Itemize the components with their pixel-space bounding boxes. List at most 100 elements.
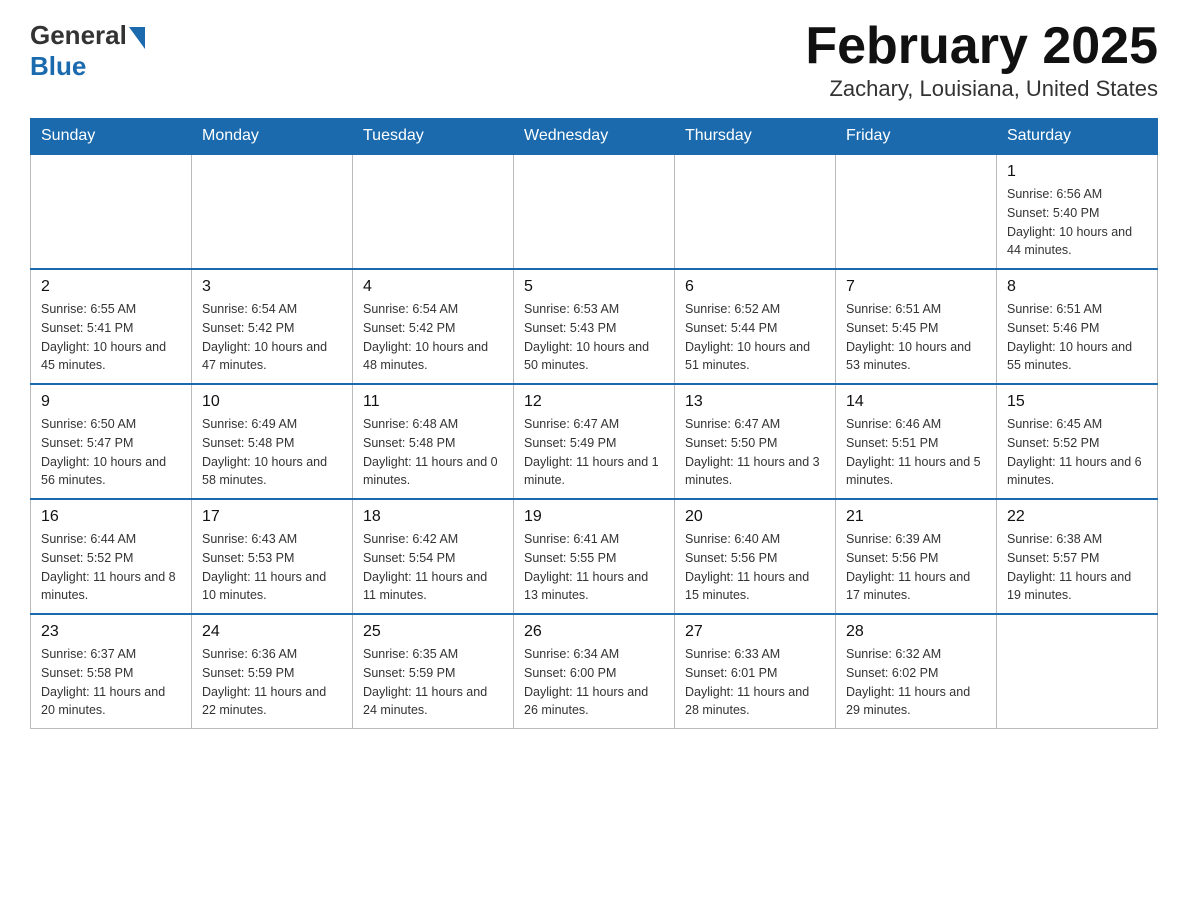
logo-blue-text: Blue [30, 51, 86, 82]
day-info: Sunrise: 6:55 AMSunset: 5:41 PMDaylight:… [41, 300, 181, 375]
day-number: 14 [846, 393, 986, 411]
calendar-day-cell: 21Sunrise: 6:39 AMSunset: 5:56 PMDayligh… [836, 499, 997, 614]
calendar-day-cell [353, 154, 514, 269]
day-number: 20 [685, 508, 825, 526]
calendar-day-cell: 23 Sunrise: 6:37 AMSunset: 5:58 PMDayligh… [31, 614, 192, 729]
day-info: Sunrise: 6:35 AMSunset: 5:59 PMDaylight:… [363, 645, 503, 720]
day-of-week-header: Sunday [31, 119, 192, 155]
day-of-week-header: Thursday [675, 119, 836, 155]
day-info: Sunrise: 6:45 AMSunset: 5:52 PMDaylight:… [1007, 415, 1147, 490]
day-info: Sunrise: 6:37 AMSunset: 5:58 PMDaylight:… [41, 645, 181, 720]
day-info: Sunrise: 6:43 AMSunset: 5:53 PMDaylight:… [202, 530, 342, 605]
month-year-title: February 2025 [805, 20, 1158, 72]
calendar-day-cell: 13 Sunrise: 6:47 AMSunset: 5:50 PMDayligh… [675, 384, 836, 499]
calendar-day-cell: 14 Sunrise: 6:46 AMSunset: 5:51 PMDayligh… [836, 384, 997, 499]
day-info: Sunrise: 6:49 AMSunset: 5:48 PMDaylight:… [202, 415, 342, 490]
day-info: Sunrise: 6:54 AMSunset: 5:42 PMDaylight:… [202, 300, 342, 375]
calendar-day-cell [997, 614, 1158, 729]
day-info: Sunrise: 6:56 AMSunset: 5:40 PMDaylight:… [1007, 185, 1147, 260]
calendar-day-cell: 2 Sunrise: 6:55 AMSunset: 5:41 PMDaylight… [31, 269, 192, 384]
calendar-day-cell: 18Sunrise: 6:42 AMSunset: 5:54 PMDayligh… [353, 499, 514, 614]
calendar-day-cell [836, 154, 997, 269]
day-info: Sunrise: 6:47 AMSunset: 5:49 PMDaylight:… [524, 415, 664, 490]
day-of-week-header: Saturday [997, 119, 1158, 155]
day-info: Sunrise: 6:48 AMSunset: 5:48 PMDaylight:… [363, 415, 503, 490]
calendar-table: SundayMondayTuesdayWednesdayThursdayFrid… [30, 118, 1158, 729]
day-number: 24 [202, 623, 342, 641]
calendar-day-cell: 16 Sunrise: 6:44 AMSunset: 5:52 PMDayligh… [31, 499, 192, 614]
day-info: Sunrise: 6:51 AMSunset: 5:46 PMDaylight:… [1007, 300, 1147, 375]
day-number: 9 [41, 393, 181, 411]
location-subtitle: Zachary, Louisiana, United States [805, 76, 1158, 102]
day-number: 10 [202, 393, 342, 411]
day-number: 22 [1007, 508, 1147, 526]
day-info: Sunrise: 6:42 AMSunset: 5:54 PMDaylight:… [363, 530, 503, 605]
calendar-day-cell: 4 Sunrise: 6:54 AMSunset: 5:42 PMDaylight… [353, 269, 514, 384]
calendar-day-cell: 11 Sunrise: 6:48 AMSunset: 5:48 PMDayligh… [353, 384, 514, 499]
day-info: Sunrise: 6:50 AMSunset: 5:47 PMDaylight:… [41, 415, 181, 490]
calendar-day-cell: 22 Sunrise: 6:38 AMSunset: 5:57 PMDayligh… [997, 499, 1158, 614]
day-number: 7 [846, 278, 986, 296]
day-number: 8 [1007, 278, 1147, 296]
calendar-day-cell: 10 Sunrise: 6:49 AMSunset: 5:48 PMDayligh… [192, 384, 353, 499]
calendar-day-cell: 3 Sunrise: 6:54 AMSunset: 5:42 PMDaylight… [192, 269, 353, 384]
calendar-day-cell: 6 Sunrise: 6:52 AMSunset: 5:44 PMDaylight… [675, 269, 836, 384]
calendar-day-cell: 26 Sunrise: 6:34 AMSunset: 6:00 PMDayligh… [514, 614, 675, 729]
day-number: 3 [202, 278, 342, 296]
day-number: 23 [41, 623, 181, 641]
day-info: Sunrise: 6:52 AMSunset: 5:44 PMDaylight:… [685, 300, 825, 375]
day-number: 26 [524, 623, 664, 641]
calendar-day-cell: 24 Sunrise: 6:36 AMSunset: 5:59 PMDayligh… [192, 614, 353, 729]
day-info: Sunrise: 6:53 AMSunset: 5:43 PMDaylight:… [524, 300, 664, 375]
logo-blue-part [127, 23, 145, 49]
calendar-day-cell [192, 154, 353, 269]
calendar-header-row: SundayMondayTuesdayWednesdayThursdayFrid… [31, 119, 1158, 155]
calendar-day-cell [31, 154, 192, 269]
calendar-day-cell: 17 Sunrise: 6:43 AMSunset: 5:53 PMDayligh… [192, 499, 353, 614]
day-number: 4 [363, 278, 503, 296]
calendar-day-cell [675, 154, 836, 269]
day-number: 17 [202, 508, 342, 526]
day-info: Sunrise: 6:34 AMSunset: 6:00 PMDaylight:… [524, 645, 664, 720]
day-number: 16 [41, 508, 181, 526]
logo-general-text: General [30, 20, 127, 51]
calendar-day-cell: 7 Sunrise: 6:51 AMSunset: 5:45 PMDaylight… [836, 269, 997, 384]
day-number: 11 [363, 393, 503, 411]
day-number: 15 [1007, 393, 1147, 411]
day-info: Sunrise: 6:47 AMSunset: 5:50 PMDaylight:… [685, 415, 825, 490]
page-header: General Blue February 2025 Zachary, Loui… [30, 20, 1158, 102]
calendar-week-row: 1 Sunrise: 6:56 AMSunset: 5:40 PMDaylight… [31, 154, 1158, 269]
calendar-week-row: 23 Sunrise: 6:37 AMSunset: 5:58 PMDayligh… [31, 614, 1158, 729]
calendar-day-cell: 20Sunrise: 6:40 AMSunset: 5:56 PMDayligh… [675, 499, 836, 614]
day-info: Sunrise: 6:46 AMSunset: 5:51 PMDaylight:… [846, 415, 986, 490]
day-info: Sunrise: 6:41 AMSunset: 5:55 PMDaylight:… [524, 530, 664, 605]
calendar-day-cell: 15 Sunrise: 6:45 AMSunset: 5:52 PMDayligh… [997, 384, 1158, 499]
day-info: Sunrise: 6:51 AMSunset: 5:45 PMDaylight:… [846, 300, 986, 375]
day-of-week-header: Tuesday [353, 119, 514, 155]
day-number: 1 [1007, 163, 1147, 181]
day-of-week-header: Wednesday [514, 119, 675, 155]
logo-triangle-icon [129, 27, 145, 49]
day-number: 27 [685, 623, 825, 641]
day-info: Sunrise: 6:33 AMSunset: 6:01 PMDaylight:… [685, 645, 825, 720]
logo: General Blue [30, 20, 145, 82]
day-number: 19 [524, 508, 664, 526]
day-of-week-header: Monday [192, 119, 353, 155]
day-number: 21 [846, 508, 986, 526]
day-number: 13 [685, 393, 825, 411]
calendar-day-cell: 27 Sunrise: 6:33 AMSunset: 6:01 PMDayligh… [675, 614, 836, 729]
day-number: 2 [41, 278, 181, 296]
day-info: Sunrise: 6:44 AMSunset: 5:52 PMDaylight:… [41, 530, 181, 605]
day-number: 12 [524, 393, 664, 411]
day-info: Sunrise: 6:38 AMSunset: 5:57 PMDaylight:… [1007, 530, 1147, 605]
day-info: Sunrise: 6:54 AMSunset: 5:42 PMDaylight:… [363, 300, 503, 375]
calendar-day-cell [514, 154, 675, 269]
day-number: 25 [363, 623, 503, 641]
calendar-day-cell: 12 Sunrise: 6:47 AMSunset: 5:49 PMDayligh… [514, 384, 675, 499]
day-number: 6 [685, 278, 825, 296]
day-info: Sunrise: 6:32 AMSunset: 6:02 PMDaylight:… [846, 645, 986, 720]
calendar-day-cell: 28Sunrise: 6:32 AMSunset: 6:02 PMDayligh… [836, 614, 997, 729]
calendar-day-cell: 5Sunrise: 6:53 AMSunset: 5:43 PMDaylight… [514, 269, 675, 384]
day-of-week-header: Friday [836, 119, 997, 155]
day-info: Sunrise: 6:36 AMSunset: 5:59 PMDaylight:… [202, 645, 342, 720]
